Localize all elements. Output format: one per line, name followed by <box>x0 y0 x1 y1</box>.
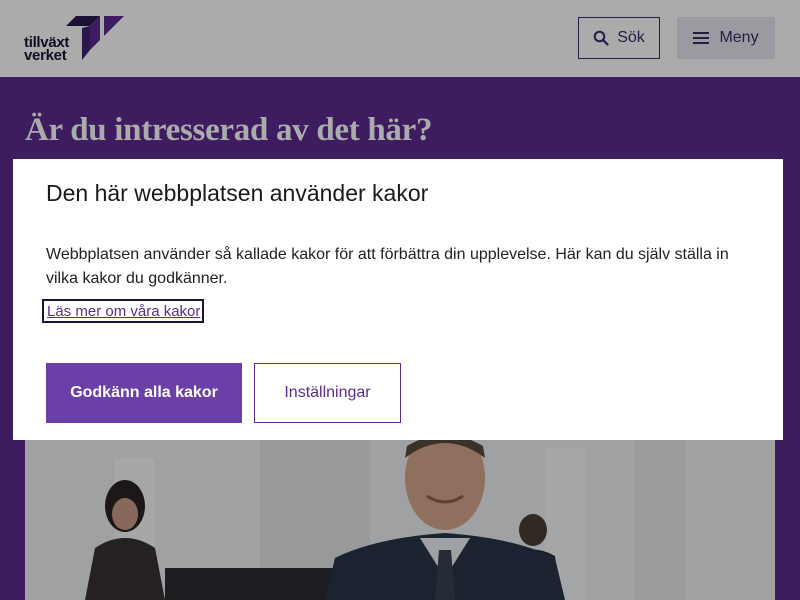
cookie-dialog-text: Webbplatsen använder så kallade kakor fö… <box>46 246 729 287</box>
cookie-dialog-title: Den här webbplatsen använder kakor <box>46 180 429 206</box>
accept-all-cookies-button[interactable]: Godkänn alla kakor <box>46 363 242 423</box>
accept-all-cookies-label: Godkänn alla kakor <box>70 384 218 401</box>
read-more-cookies-link[interactable]: Läs mer om våra kakor <box>42 299 205 323</box>
cookie-consent-dialog: Den här webbplatsen använder kakor Webbp… <box>13 159 783 440</box>
cookie-settings-button[interactable]: Inställningar <box>254 363 401 423</box>
cookie-settings-label: Inställningar <box>284 384 371 401</box>
